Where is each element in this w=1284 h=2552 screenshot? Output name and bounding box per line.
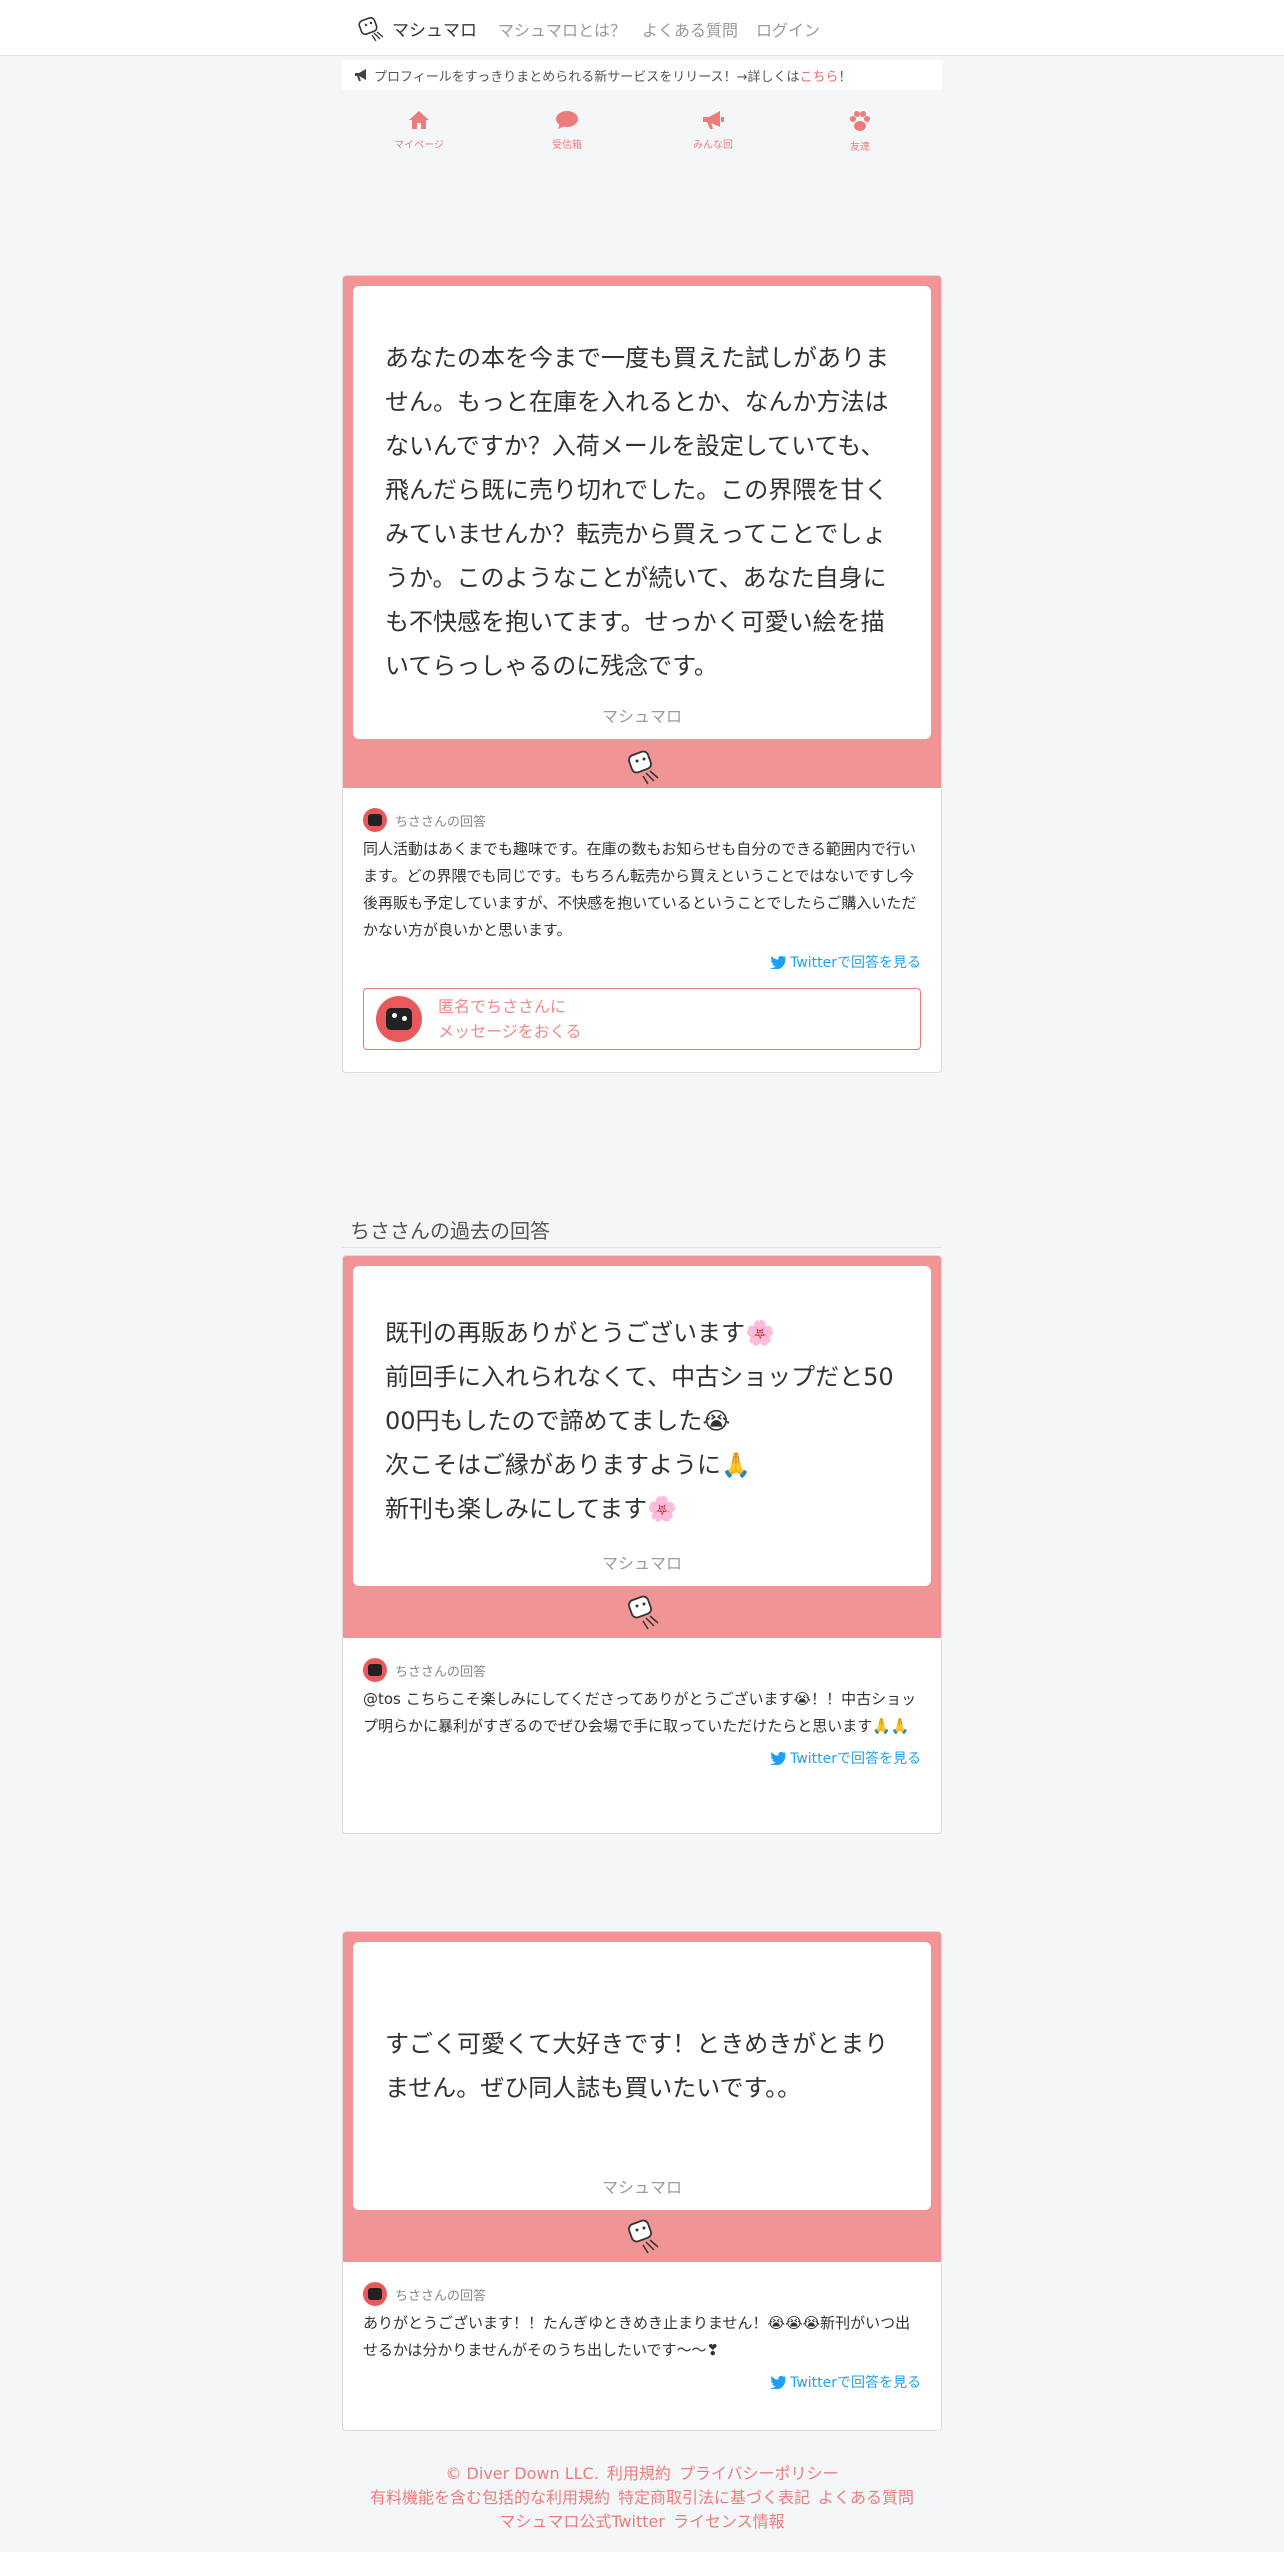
marshmallow-mascot-icon: [628, 750, 659, 785]
nav-link-login[interactable]: ログイン: [756, 17, 820, 41]
tab-inbox[interactable]: 受信箱: [522, 110, 612, 151]
tab-everyone[interactable]: みんな回: [668, 110, 758, 151]
navbar: マシュマロ マシュマロとは？ よくある質問 ログイン: [0, 0, 1284, 56]
marshmallow-brand: マシュマロ: [601, 2178, 682, 2197]
brand-name: マシュマロ: [392, 20, 477, 41]
past-answers-title: ちささんの過去の回答: [350, 1219, 550, 1243]
avatar: [363, 2282, 387, 2306]
footer-link-twitter[interactable]: マシュマロ公式Twitter: [499, 2512, 665, 2531]
bullhorn-icon: [703, 111, 724, 129]
avatar: [363, 1658, 387, 1682]
tab-mypage[interactable]: マイページ: [374, 110, 464, 151]
tab-label: 友達: [850, 142, 870, 153]
past-answer-card: 既刊の再販ありがとうございます🌸 前回手に入れられなくて、中古ショップだと500…: [342, 1255, 942, 1834]
answer-section: ちささんの回答 同人活動はあくまでも趣味です。在庫の数もお知らせも自分のできる範…: [343, 788, 941, 1050]
brand[interactable]: マシュマロ: [356, 13, 477, 43]
comment-icon: [556, 111, 578, 129]
twitter-icon: [770, 955, 787, 969]
marshmallow-panel: あなたの本を今まで一度も買えた試しがありません。もっと在庫を入れるとか、なんか方…: [343, 276, 941, 788]
send-message-button[interactable]: 匿名でちささんに メッセージをおくる: [363, 988, 921, 1050]
answer-text: @tos こちらこそ楽しみにしてくださってありがとうございます😭！！中古ショップ…: [363, 1690, 917, 1735]
announcement-text: プロフィールをすっきりまとめられる新サービスをリリース！→詳しくは: [374, 69, 800, 85]
marshmallow-line: 次こそはご縁がありますように🙏: [385, 1451, 751, 1479]
tab-bar: マイページ 受信箱 みんな回 友達: [342, 110, 942, 170]
avatar: [363, 808, 387, 832]
marshmallow-mascot-icon: [628, 2219, 659, 2254]
twitter-link[interactable]: Twitterで回答を見る: [363, 952, 921, 972]
twitter-link-label: Twitterで回答を見る: [790, 1751, 921, 1767]
twitter-link-label: Twitterで回答を見る: [790, 955, 921, 971]
marshmallow-box: すごく可愛くて大好きです！ときめきがとまりません。ぜひ同人誌も買いたいです。。 …: [353, 1942, 931, 2210]
answer-author: ちささんの回答: [395, 2288, 487, 2304]
send-message-line1: 匿名でちささんに: [438, 997, 567, 1016]
tab-friends[interactable]: 友達: [815, 110, 905, 153]
answer-header: ちささんの回答: [363, 808, 921, 832]
announcement-suffix: ！: [838, 69, 852, 85]
twitter-link[interactable]: Twitterで回答を見る: [363, 1748, 921, 1768]
answer-text: ありがとうございます！！たんぎゆときめき止まりません！😭😭😭新刊がいつ出せるかは…: [363, 2314, 911, 2359]
answer-author: ちささんの回答: [395, 1664, 487, 1680]
marshmallow-line: 既刊の再販ありがとうございます🌸: [385, 1319, 775, 1347]
nav-link-faq[interactable]: よくある質問: [642, 17, 738, 41]
send-message-label: 匿名でちささんに メッセージをおくる: [438, 994, 581, 1044]
marshmallow-box: あなたの本を今まで一度も買えた試しがありません。もっと在庫を入れるとか、なんか方…: [353, 286, 931, 739]
marshmallow-panel: すごく可愛くて大好きです！ときめきがとまりません。ぜひ同人誌も買いたいです。。 …: [343, 1932, 941, 2262]
main-marshmallow-card: あなたの本を今まで一度も買えた試しがありません。もっと在庫を入れるとか、なんか方…: [342, 275, 942, 1073]
footer-link-faq[interactable]: よくある質問: [818, 2488, 914, 2507]
paw-icon: [850, 111, 870, 131]
megaphone-icon: [355, 69, 366, 82]
footer-link-terms[interactable]: 利用規約: [607, 2464, 671, 2483]
footer-row-3: マシュマロ公式Twitter ライセンス情報: [0, 2510, 1284, 2534]
tab-label: 受信箱: [552, 140, 582, 151]
home-icon: [409, 111, 429, 129]
marshmallow-brand: マシュマロ: [601, 707, 682, 726]
twitter-icon: [770, 2375, 787, 2389]
marshmallow-brand: マシュマロ: [601, 1554, 682, 1573]
send-message-line2: メッセージをおくる: [438, 1022, 582, 1041]
announcement-link[interactable]: こちら: [799, 66, 838, 85]
twitter-link-label: Twitterで回答を見る: [790, 2375, 921, 2391]
tab-label: みんな回: [693, 140, 733, 151]
marshmallow-text: すごく可愛くて大好きです！ときめきがとまりません。ぜひ同人誌も買いたいです。。: [385, 2030, 889, 2102]
answer-section: ちささんの回答 ありがとうございます！！たんぎゆときめき止まりません！😭😭😭新刊…: [343, 2262, 941, 2392]
twitter-link[interactable]: Twitterで回答を見る: [363, 2372, 921, 2392]
marshmallow-text: あなたの本を今まで一度も買えた試しがありません。もっと在庫を入れるとか、なんか方…: [385, 344, 889, 680]
announcement-bar: プロフィールをすっきりまとめられる新サービスをリリース！→詳しくは こちら！: [342, 60, 942, 90]
nav-link-about[interactable]: マシュマロとは？: [498, 17, 626, 41]
footer-row-1: © Diver Down LLC. 利用規約 プライバシーポリシー: [0, 2462, 1284, 2486]
marshmallow-line: 新刊も楽しみにしてます🌸: [385, 1495, 677, 1523]
footer-link-license[interactable]: ライセンス情報: [673, 2512, 785, 2531]
copyright[interactable]: © Diver Down LLC.: [445, 2464, 598, 2483]
answer-header: ちささんの回答: [363, 2282, 921, 2306]
past-answer-card: すごく可愛くて大好きです！ときめきがとまりません。ぜひ同人誌も買いたいです。。 …: [342, 1931, 942, 2431]
avatar: [376, 996, 422, 1042]
answer-text: 同人活動はあくまでも趣味です。在庫の数もお知らせも自分のできる範囲内で行います。…: [363, 840, 917, 939]
answer-header: ちささんの回答: [363, 1658, 921, 1682]
footer-link-commerce[interactable]: 特定商取引法に基づく表記: [618, 2488, 810, 2507]
marshmallow-mascot-icon: [628, 1595, 659, 1630]
footer-link-paid-terms[interactable]: 有料機能を含む包括的な利用規約: [370, 2488, 610, 2507]
footer-link-privacy[interactable]: プライバシーポリシー: [679, 2464, 839, 2483]
answer-section: ちささんの回答 @tos こちらこそ楽しみにしてくださってありがとうございます😭…: [343, 1638, 941, 1768]
marshmallow-panel: 既刊の再販ありがとうございます🌸 前回手に入れられなくて、中古ショップだと500…: [343, 1256, 941, 1638]
marshmallow-box: 既刊の再販ありがとうございます🌸 前回手に入れられなくて、中古ショップだと500…: [353, 1266, 931, 1586]
footer-row-2: 有料機能を含む包括的な利用規約 特定商取引法に基づく表記 よくある質問: [0, 2486, 1284, 2510]
marshmallow-logo-icon: [358, 17, 384, 42]
marshmallow-line: 前回手に入れられなくて、中古ショップだと5000円もしたので諦めてました😭: [385, 1363, 894, 1435]
divider: [342, 1247, 942, 1248]
twitter-icon: [770, 1751, 787, 1765]
answer-author: ちささんの回答: [395, 814, 487, 830]
tab-label: マイページ: [394, 140, 444, 151]
